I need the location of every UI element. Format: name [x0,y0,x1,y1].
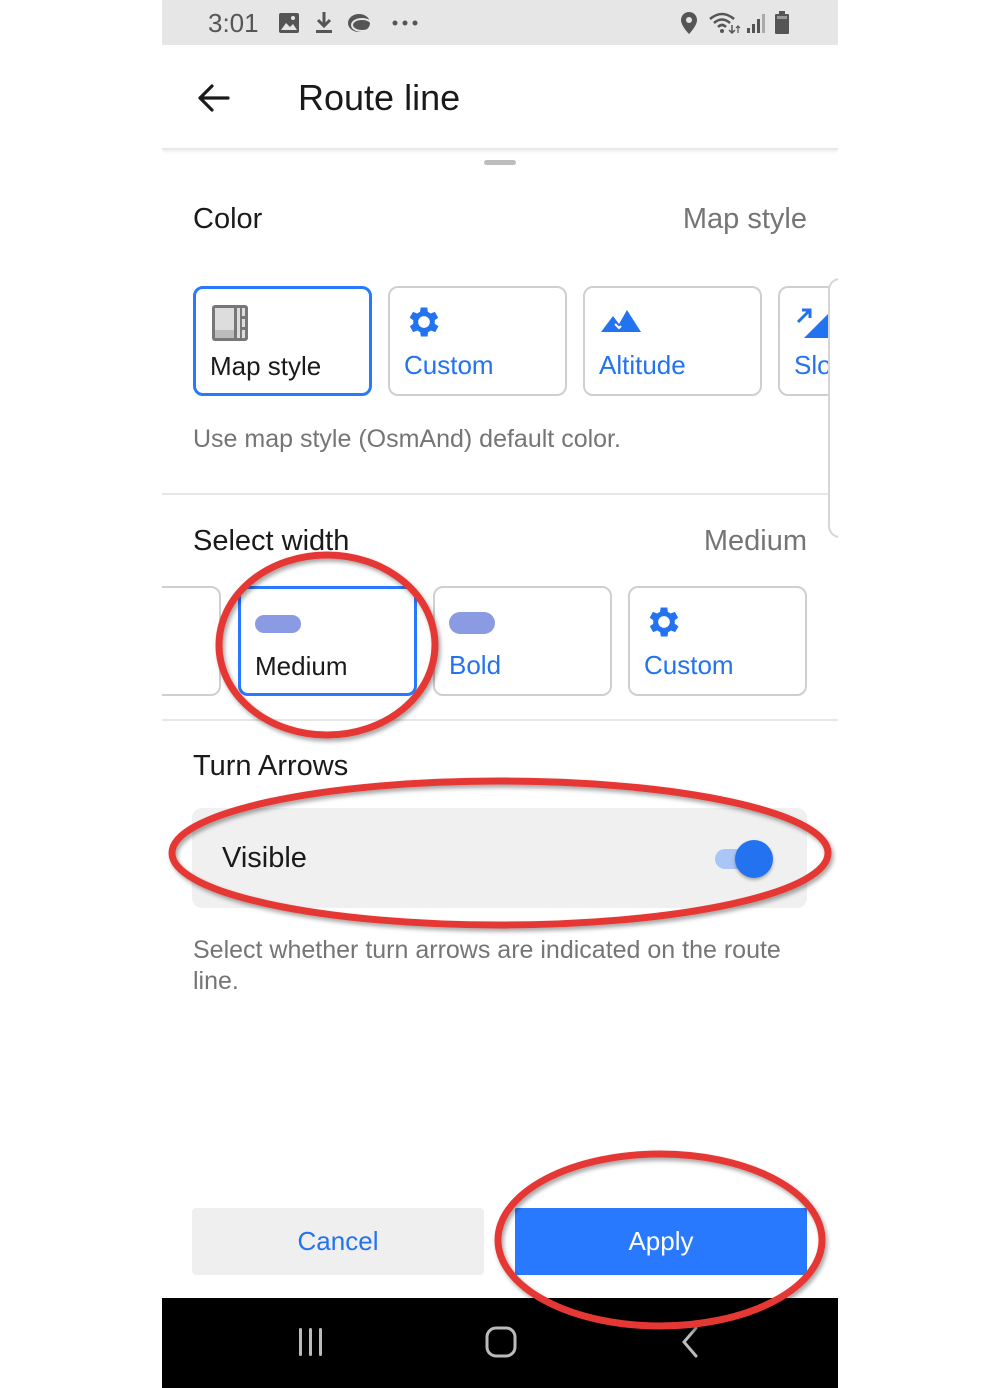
divider [162,719,838,721]
more-dots-icon [392,10,418,36]
width-option-label: Medium [255,651,348,681]
turn-arrows-title: Turn Arrows [193,750,349,782]
status-time: 3:01 [208,8,259,38]
gear-icon [404,302,444,342]
recent-apps-icon[interactable] [296,1324,326,1360]
width-section-value: Medium [703,525,807,557]
battery-icon [774,10,790,36]
image-icon [278,10,300,36]
system-nav-bar [162,1298,838,1388]
location-icon [680,10,698,36]
color-option-label: Altitude [599,350,686,380]
switch-thumb [735,840,773,878]
back-icon[interactable] [678,1324,702,1360]
map-style-icon [210,303,250,343]
cancel-button[interactable]: Cancel [192,1208,484,1275]
app-notification-icon [346,10,374,36]
download-icon [314,10,334,36]
wifi-icon [708,10,742,36]
width-option-thin[interactable] [162,586,221,696]
width-section-title: Select width [193,525,350,557]
color-description: Use map style (OsmAnd) default color. [193,425,621,453]
width-option-bold[interactable]: Bold [433,586,612,696]
width-option-label: Custom [644,650,734,680]
mountain-icon [599,302,641,342]
color-option-custom[interactable]: Custom [388,286,567,396]
color-option-label: Custom [404,350,494,380]
home-icon[interactable] [484,1324,518,1360]
line-width-icon [449,602,495,642]
width-option-medium[interactable]: Medium [238,586,417,696]
apply-button[interactable]: Apply [515,1208,807,1275]
gear-icon [644,602,684,642]
signal-icon [746,10,768,36]
line-width-icon [255,603,301,643]
arrow-left-icon[interactable] [194,78,234,118]
color-option-altitude[interactable]: Altitude [583,286,762,396]
status-bar: 3:01 [162,0,838,45]
sheet-grabber[interactable] [484,160,516,165]
phone-screen: 3:01 Route line Color Map style Map styl… [162,0,838,1388]
turn-arrows-switch[interactable] [711,840,773,878]
app-bar: Route line [162,45,838,150]
overlay-edge [828,278,838,538]
turn-arrows-toggle-label: Visible [222,842,307,874]
turn-arrows-toggle-row[interactable]: Visible [192,808,807,908]
color-option-label: Map style [210,351,322,381]
color-section-value: Map style [682,203,807,235]
width-option-label: Bold [449,650,502,680]
divider [162,493,828,495]
color-option-map-style[interactable]: Map style [193,286,372,396]
color-section-title: Color [193,203,263,235]
page-title: Route line [298,77,461,118]
width-option-custom[interactable]: Custom [628,586,807,696]
turn-arrows-description: Select whether turn arrows are indicated… [193,936,781,995]
